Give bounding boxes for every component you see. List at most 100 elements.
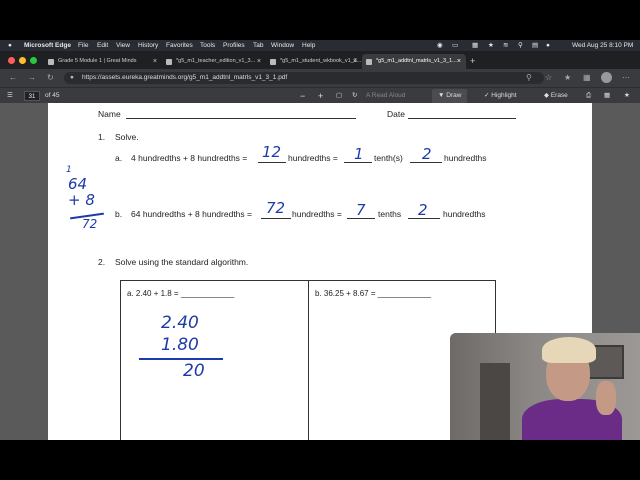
side-work-add: + 8 [68, 191, 95, 209]
menu-file[interactable]: File [78, 40, 88, 51]
zoom-out-button[interactable]: − [300, 88, 305, 104]
eraser-icon: ◆ [544, 92, 549, 99]
url-text: https://assets.eureka.greatminds.org/g5_… [82, 74, 288, 81]
wifi-icon[interactable]: ≋ [503, 40, 508, 51]
table-divider [308, 281, 309, 440]
q1a-text-3: tenth(s) [374, 153, 403, 163]
new-tab-icon[interactable]: + [470, 54, 475, 69]
print-icon[interactable]: ⎙ [586, 88, 591, 104]
tab-close-icon[interactable]: × [153, 54, 157, 69]
menu-edit[interactable]: Edit [97, 40, 108, 51]
read-aloud-button[interactable]: A Read Aloud [366, 88, 405, 104]
menu-app-name[interactable]: Microsoft Edge [24, 40, 71, 51]
menu-profiles[interactable]: Profiles [223, 40, 245, 51]
forward-icon[interactable]: → [28, 72, 36, 84]
date-line [408, 118, 516, 119]
q1-number: 1. [98, 132, 106, 142]
pin-toolbar-icon[interactable]: ★ [624, 88, 630, 104]
record-icon[interactable]: ◉ [437, 40, 443, 51]
extensions-icon[interactable]: ▦ [583, 72, 591, 84]
highlight-icon: ✓ [484, 92, 490, 99]
name-line [126, 118, 356, 119]
page-total: of 45 [45, 92, 60, 99]
read-aloud-icon: A [366, 92, 370, 99]
bluetooth-icon[interactable]: ★ [488, 40, 494, 51]
siri-icon[interactable]: ● [546, 40, 550, 51]
pdf-toolbar: ☰ 31 of 45 − + ▢ ↻ A Read Aloud ▼ Draw ✓… [0, 87, 640, 104]
tab-close-icon[interactable]: × [353, 54, 357, 69]
draw-icon: ▼ [438, 92, 445, 99]
q2a-work-line2: 1.80 [161, 335, 199, 355]
tab-teacher-edition[interactable]: *g5_m1_teacher_edition_v1_3... × [162, 54, 266, 69]
date-label: Date [387, 109, 405, 119]
fit-page-icon[interactable]: ▢ [336, 88, 342, 104]
q2b-prompt: b. 36.25 + 8.67 = ____________ [315, 289, 432, 298]
tab-additional-materials[interactable]: *g5_m1_addtnl_matrls_v1_3_1... × [362, 54, 466, 69]
tab-close-icon[interactable]: × [457, 54, 461, 69]
q1b-answer-2: 7 [356, 201, 366, 219]
draw-button[interactable]: ▼ Draw [432, 89, 468, 103]
highlight-label: Highlight [491, 92, 517, 99]
menu-view[interactable]: View [116, 40, 130, 51]
control-center-icon[interactable]: ▤ [532, 40, 538, 51]
url-field[interactable]: ● https://assets.eureka.greatminds.org/g… [64, 72, 544, 84]
refresh-icon[interactable]: ↻ [47, 72, 54, 84]
favorite-star-icon[interactable]: ☆ [545, 72, 552, 84]
menu-history[interactable]: History [138, 40, 158, 51]
zoom-in-button[interactable]: + [318, 88, 323, 104]
battery-icon[interactable]: ▭ [452, 40, 458, 51]
tab-label: *g5_m1_student_wkbook_v1_3... [280, 58, 362, 64]
search-icon[interactable]: ⚲ [518, 40, 523, 51]
tab-favicon-icon [366, 59, 372, 65]
save-icon[interactable]: ▦ [604, 88, 610, 104]
zoom-icon[interactable]: ⚲ [526, 72, 532, 84]
window-zoom-icon[interactable] [30, 57, 37, 64]
tab-close-icon[interactable]: × [257, 54, 261, 69]
menu-window[interactable]: Window [271, 40, 294, 51]
tab-student-workbook[interactable]: *g5_m1_student_wkbook_v1_3... × [266, 54, 362, 69]
letterbox-bottom [0, 440, 640, 480]
tab-label: *g5_m1_teacher_edition_v1_3... [176, 58, 256, 64]
page-number-input[interactable]: 31 [24, 91, 40, 101]
erase-label: Erase [550, 92, 568, 99]
window-close-icon[interactable] [8, 57, 15, 64]
q1-title: Solve. [115, 132, 139, 142]
q2a-work-line1: 2.40 [161, 313, 199, 333]
menu-help[interactable]: Help [302, 40, 315, 51]
q1b-letter: b. [115, 209, 123, 219]
side-work-carry: 1 [66, 165, 72, 175]
q2-title: Solve using the standard algorithm. [115, 257, 249, 267]
side-work-sum: 72 [82, 217, 98, 231]
tab-label: *g5_m1_addtnl_matrls_v1_3_1... [376, 58, 457, 64]
webcam-person-hair [542, 337, 596, 363]
q2-number: 2. [98, 257, 106, 267]
rotate-icon[interactable]: ↻ [352, 88, 357, 104]
apple-icon[interactable]: ● [8, 40, 12, 51]
q1a-answer-3: 2 [422, 145, 432, 163]
menu-clock[interactable]: Wed Aug 25 8:10 PM [572, 40, 633, 51]
erase-button[interactable]: ◆ Erase [544, 88, 568, 104]
webcam-doorway [480, 363, 510, 440]
tab-favicon-icon [270, 59, 276, 65]
draw-label: Draw [446, 92, 462, 99]
menu-tab[interactable]: Tab [253, 40, 263, 51]
q1a-letter: a. [115, 153, 123, 163]
menu-tools[interactable]: Tools [200, 40, 215, 51]
window-minimize-icon[interactable] [19, 57, 26, 64]
q2a-work-result: 20 [183, 361, 205, 381]
webcam-overlay[interactable] [450, 333, 640, 440]
q1a-answer-2: 1 [354, 145, 364, 163]
q2-answer-table: a. 2.40 + 1.8 = ____________ b. 36.25 + … [120, 280, 496, 440]
profile-avatar[interactable] [601, 72, 612, 83]
more-menu-icon[interactable]: ⋯ [622, 72, 630, 84]
q1b-answer-1: 72 [266, 199, 286, 217]
contents-icon[interactable]: ☰ [7, 88, 13, 104]
menu-favorites[interactable]: Favorites [166, 40, 193, 51]
q1b-prompt: 64 hundredths + 8 hundredths = [131, 209, 252, 219]
grid-icon[interactable]: ▦ [472, 40, 478, 51]
highlight-button[interactable]: ✓ Highlight [484, 88, 517, 104]
mac-menu-bar: ● Microsoft Edge File Edit View History … [0, 40, 640, 51]
back-icon[interactable]: ← [9, 72, 17, 84]
collections-icon[interactable]: ★ [564, 72, 571, 84]
tab-great-minds[interactable]: Grade 5 Module 1 | Great Minds × [44, 54, 162, 69]
